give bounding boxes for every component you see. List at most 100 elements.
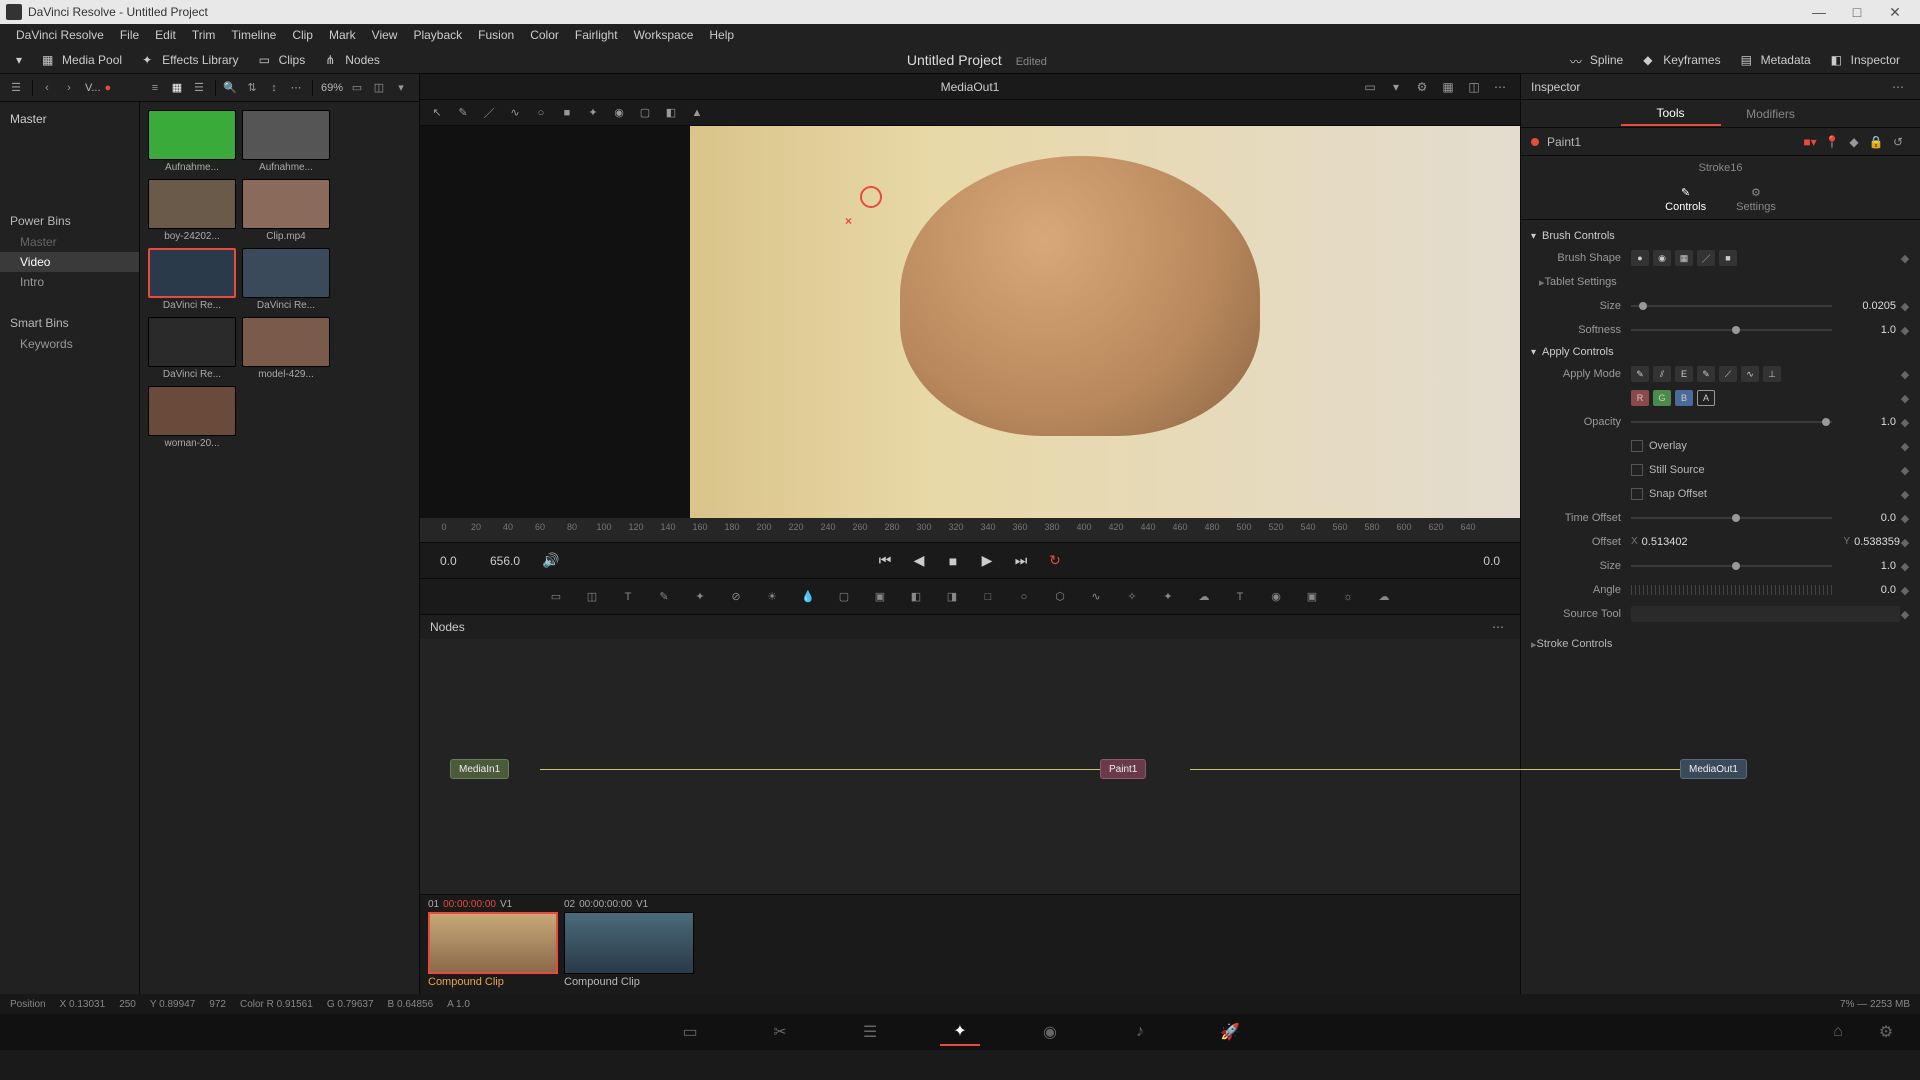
square-tool-icon[interactable]: ■ (558, 104, 576, 122)
tool-3d-text-icon[interactable]: T (1229, 586, 1251, 608)
size-value[interactable]: 0.0205 (1840, 300, 1900, 312)
spline-tool-icon[interactable]: ∿ (506, 104, 524, 122)
keyframes-button[interactable]: ◆Keyframes (1635, 51, 1728, 69)
tool-resize-icon[interactable]: ◧ (905, 586, 927, 608)
wand-tool-icon[interactable]: ✦ (584, 104, 602, 122)
channel-b-button[interactable]: B (1675, 390, 1693, 406)
menu-workspace[interactable]: Workspace (626, 28, 702, 42)
timeline-clip[interactable]: 0100:00:00:00V1Compound Clip (428, 899, 558, 990)
powerbin-master[interactable]: Master (0, 232, 139, 252)
tool-crop-icon[interactable]: ◨ (941, 586, 963, 608)
section-brush-controls[interactable]: Brush Controls (1531, 226, 1910, 246)
text-tool-icon[interactable]: ▲ (688, 104, 706, 122)
tool-camera-icon[interactable]: ▣ (1301, 586, 1323, 608)
channel-a-button[interactable]: A (1697, 390, 1715, 406)
keyframe-diamond-icon[interactable]: ◆ (1900, 300, 1910, 313)
filter-icon[interactable]: ⇅ (242, 78, 262, 98)
layout-dropdown[interactable]: ▾ (8, 51, 30, 69)
home-button[interactable]: ⌂ (1818, 1018, 1858, 1046)
node-mediain[interactable]: MediaIn1 (450, 759, 509, 779)
view-metadata-icon[interactable]: ≡ (145, 78, 165, 98)
clone-tool-icon[interactable]: ◉ (610, 104, 628, 122)
panel-menu-icon[interactable]: ☰ (6, 78, 26, 98)
go-end-button[interactable]: ⏭ (1010, 550, 1032, 572)
brush-shape-custom-icon[interactable]: ■ (1719, 250, 1737, 266)
view-list-icon[interactable]: ☰ (189, 78, 209, 98)
overlay-checkbox[interactable] (1631, 440, 1643, 452)
tool-bspline-icon[interactable]: ∿ (1085, 586, 1107, 608)
zoom-level[interactable]: 69% (321, 82, 343, 94)
close-button[interactable]: ✕ (1876, 2, 1914, 22)
stroke-controls-label[interactable]: Stroke Controls (1537, 638, 1613, 650)
keyframe-diamond-icon[interactable]: ◆ (1900, 324, 1910, 337)
keyframe-diamond-icon[interactable]: ◆ (1900, 584, 1910, 597)
eraser-tool-icon[interactable]: ◧ (662, 104, 680, 122)
effects-library-button[interactable]: ✦Effects Library (134, 51, 246, 69)
powerbin-video[interactable]: Video (0, 252, 139, 272)
tool-paint-icon[interactable]: ✎ (653, 586, 675, 608)
spline-button[interactable]: 〰Spline (1562, 51, 1631, 69)
keyframe-diamond-icon[interactable]: ◆ (1900, 512, 1910, 525)
tool-shape3d-icon[interactable]: ◉ (1265, 586, 1287, 608)
channel-g-button[interactable]: G (1653, 390, 1671, 406)
menu-file[interactable]: File (112, 28, 147, 42)
keyframe-diamond-icon[interactable]: ◆ (1900, 488, 1910, 501)
viewer-canvas[interactable]: × (420, 126, 1520, 518)
dropdown-icon[interactable]: ▾ (391, 78, 411, 98)
tool-light-icon[interactable]: ☼ (1337, 586, 1359, 608)
viewer-dropdown-icon[interactable]: ▾ (1386, 77, 1406, 97)
still-source-checkbox[interactable] (1631, 464, 1643, 476)
menu-davinci-resolve[interactable]: DaVinci Resolve (8, 28, 112, 42)
time-offset-value[interactable]: 0.0 (1840, 512, 1900, 524)
menu-edit[interactable]: Edit (147, 28, 184, 42)
keyframe-diamond-icon[interactable]: ◆ (1900, 560, 1910, 573)
brush-shape-line-icon[interactable]: ／ (1697, 250, 1715, 266)
brush-shape-square-icon[interactable]: ▦ (1675, 250, 1693, 266)
tool-blur-icon[interactable]: ⊘ (725, 586, 747, 608)
audio-icon[interactable]: 🔊 (540, 550, 562, 572)
tab-modifiers[interactable]: Modifiers (1721, 103, 1821, 125)
fit-icon[interactable]: ▭ (347, 78, 367, 98)
search-icon[interactable]: 🔍 (220, 78, 240, 98)
page-deliver-button[interactable]: 🚀 (1210, 1018, 1250, 1046)
brush-shape-circle-icon[interactable]: ● (1631, 250, 1649, 266)
offset-y-value[interactable]: 0.538359 (1854, 536, 1900, 548)
viewer-more-icon[interactable]: ⋯ (1490, 77, 1510, 97)
keyframe-diamond-icon[interactable]: ◆ (1900, 608, 1910, 621)
apply-mode-5-icon[interactable]: ⟋ (1719, 366, 1737, 382)
tablet-settings-label[interactable]: Tablet Settings (1545, 276, 1617, 288)
media-thumb[interactable]: DaVinci Re... (148, 248, 236, 311)
play-button[interactable]: ▶ (976, 550, 998, 572)
menu-timeline[interactable]: Timeline (223, 28, 284, 42)
tool-pEmitter-icon[interactable]: ✦ (1157, 586, 1179, 608)
media-thumb[interactable]: Clip.mp4 (242, 179, 330, 242)
tool-background-icon[interactable]: ▭ (545, 586, 567, 608)
aspect-icon[interactable]: ◫ (369, 78, 389, 98)
page-cut-button[interactable]: ✂ (760, 1018, 800, 1046)
apply-mode-3-icon[interactable]: E (1675, 366, 1693, 382)
keyframe-diamond-icon[interactable]: ◆ (1900, 368, 1910, 381)
apply-mode-4-icon[interactable]: ✎ (1697, 366, 1715, 382)
maximize-button[interactable]: □ (1838, 2, 1876, 22)
bin-path[interactable]: V... (85, 82, 101, 94)
apply-mode-1-icon[interactable]: ✎ (1631, 366, 1649, 382)
tool-polygon-icon[interactable]: ⬡ (1049, 586, 1071, 608)
timeline-ruler[interactable]: 0204060801001201401601802002202402602803… (420, 518, 1520, 536)
tool-render3d-icon[interactable]: ☁ (1373, 586, 1395, 608)
apply-mode-2-icon[interactable]: ⫽ (1653, 366, 1671, 382)
media-thumb[interactable]: woman-20... (148, 386, 236, 449)
version-icon[interactable]: ■▾ (1800, 132, 1820, 152)
keyframe-diamond-icon[interactable]: ◆ (1900, 536, 1910, 549)
apply-mode-7-icon[interactable]: ⊥ (1763, 366, 1781, 382)
reset-icon[interactable]: ↺ (1888, 132, 1908, 152)
timeline-clip[interactable]: 0200:00:00:00V1Compound Clip (564, 899, 694, 990)
tool-ellipse-icon[interactable]: ○ (1013, 586, 1035, 608)
page-color-button[interactable]: ◉ (1030, 1018, 1070, 1046)
inspector-more-icon[interactable]: ⋯ (1888, 77, 1908, 97)
media-thumb[interactable]: model-429... (242, 317, 330, 380)
view-thumb-icon[interactable]: ▦ (167, 78, 187, 98)
more-icon[interactable]: ⋯ (286, 78, 306, 98)
viewer-grid-icon[interactable]: ▦ (1438, 77, 1458, 97)
page-fusion-button[interactable]: ✦ (940, 1018, 980, 1046)
go-start-button[interactable]: ⏮ (874, 550, 896, 572)
